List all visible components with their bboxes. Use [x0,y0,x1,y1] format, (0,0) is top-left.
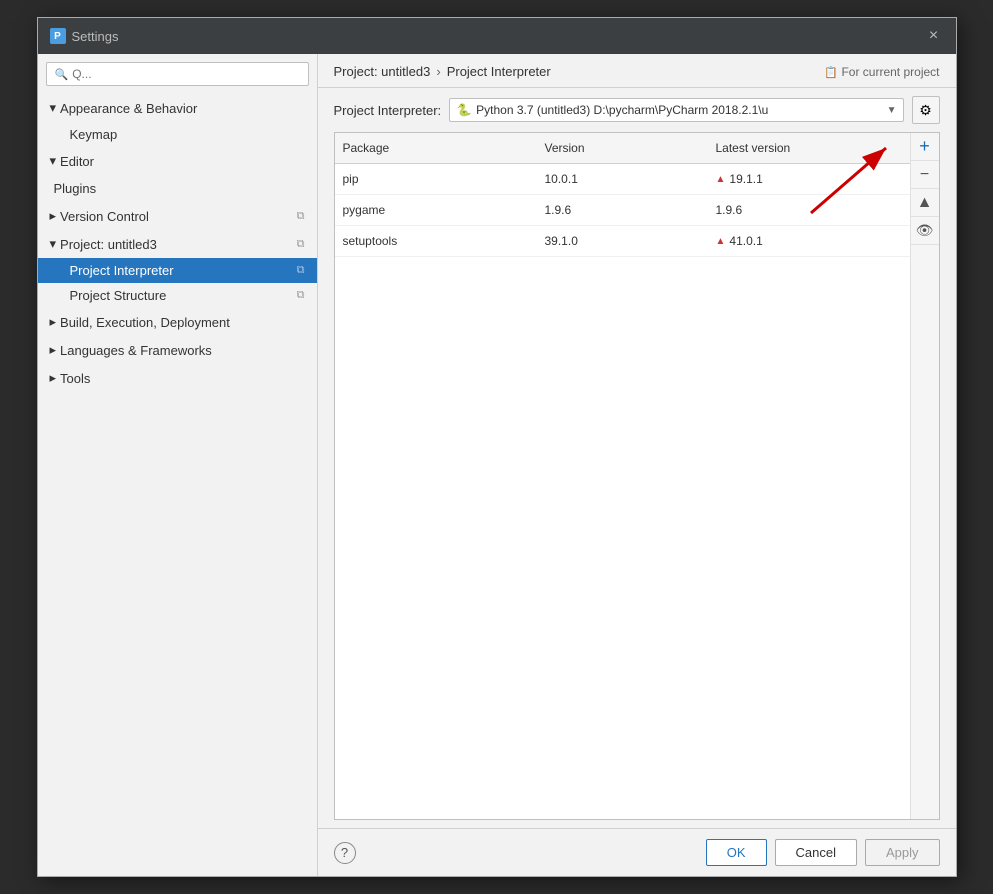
col-latest[interactable]: Latest version [708,137,910,159]
interpreter-selector[interactable]: 🐍 Python 3.7 (untitled3) D:\pycharm\PyCh… [449,98,903,122]
close-button[interactable]: × [924,26,944,46]
table-row[interactable]: pygame 1.9.6 1.9.6 [335,195,910,226]
package-name: pygame [335,199,537,221]
interpreter-row: Project Interpreter: 🐍 Python 3.7 (untit… [318,88,956,132]
sidebar-item-version-control[interactable]: ▸ Version Control ⧉ [38,202,317,230]
title-left: P Settings [50,28,119,44]
expand-arrow-icon: ▸ [50,314,57,330]
package-version: 39.1.0 [537,230,708,252]
package-latest: 1.9.6 [708,199,910,221]
main-content: Project: untitled3 › Project Interpreter… [318,54,956,876]
sidebar-item-appearance-behavior[interactable]: ▾ Appearance & Behavior [38,94,317,122]
interpreter-value: Python 3.7 (untitled3) D:\pycharm\PyChar… [476,103,882,117]
sidebar-item-keymap[interactable]: Keymap [38,122,317,147]
sidebar-item-tools[interactable]: ▸ Tools [38,364,317,392]
copy-icon: ⧉ [297,289,305,302]
package-latest: ▲ 41.0.1 [708,230,910,252]
title-bar: P Settings × [38,18,956,54]
copy-icon: ⧉ [297,264,305,277]
package-name: pip [335,168,537,190]
expand-arrow-icon: ▸ [50,208,57,224]
table-header: Package Version Latest version [335,133,910,164]
dialog-footer: ? OK Cancel Apply [318,828,956,876]
sidebar-item-editor[interactable]: ▾ Editor [38,147,317,175]
sidebar-item-project-structure[interactable]: Project Structure ⧉ [38,283,317,308]
apply-button[interactable]: Apply [865,839,940,866]
search-icon: 🔍 [55,68,69,81]
search-box[interactable]: 🔍 [46,62,309,86]
dropdown-arrow-icon: ▼ [887,105,897,116]
footer-buttons: OK Cancel Apply [706,839,940,866]
help-button[interactable]: ? [334,842,356,864]
breadcrumb-current: Project Interpreter [447,64,551,79]
package-latest: ▲ 19.1.1 [708,168,910,190]
packages-area: Package Version Latest version pip 10.0.… [334,132,940,820]
breadcrumb-project: Project: untitled3 [334,64,431,79]
settings-dialog: P Settings × 🔍 ▾ Appearance & Behavior [37,17,957,877]
dialog-body: 🔍 ▾ Appearance & Behavior Keymap ▾ Edito… [38,54,956,876]
packages-table: Package Version Latest version pip 10.0.… [335,133,910,819]
expand-arrow-icon: ▸ [50,342,57,358]
search-input[interactable] [72,67,299,81]
table-row[interactable]: pip 10.0.1 ▲ 19.1.1 [335,164,910,195]
copy-icon: ⧉ [297,210,305,223]
sidebar: 🔍 ▾ Appearance & Behavior Keymap ▾ Edito… [38,54,318,876]
table-row[interactable]: setuptools 39.1.0 ▲ 41.0.1 [335,226,910,257]
for-current-project-link[interactable]: 📋 For current project [824,65,939,79]
sidebar-item-plugins[interactable]: Plugins [38,175,317,202]
sidebar-item-build-execution[interactable]: ▸ Build, Execution, Deployment [38,308,317,336]
breadcrumb: Project: untitled3 › Project Interpreter… [318,54,956,88]
dialog-title: Settings [72,29,119,44]
expand-arrow-icon: ▾ [50,100,57,116]
show-early-releases-button[interactable]: 👁 [911,217,939,245]
app-icon: P [50,28,66,44]
expand-arrow-icon: ▾ [50,153,57,169]
package-version: 1.9.6 [537,199,708,221]
breadcrumb-separator: › [436,64,440,79]
ok-button[interactable]: OK [706,839,767,866]
copy-icon: ⧉ [297,238,305,251]
expand-arrow-icon: ▾ [50,236,57,252]
sidebar-item-languages-frameworks[interactable]: ▸ Languages & Frameworks [38,336,317,364]
remove-package-button[interactable]: − [911,161,939,189]
upgrade-arrow-icon: ▲ [716,236,726,247]
col-version[interactable]: Version [537,137,708,159]
action-buttons: + − ▲ 👁 [910,133,939,819]
scroll-up-button[interactable]: ▲ [911,189,939,217]
cancel-button[interactable]: Cancel [775,839,857,866]
sidebar-item-project-interpreter[interactable]: Project Interpreter ⧉ [38,258,317,283]
package-version: 10.0.1 [537,168,708,190]
sidebar-item-project-untitled3[interactable]: ▾ Project: untitled3 ⧉ [38,230,317,258]
col-package[interactable]: Package [335,137,537,159]
interpreter-label: Project Interpreter: [334,103,442,118]
package-name: setuptools [335,230,537,252]
add-package-button[interactable]: + [911,133,939,161]
upgrade-arrow-icon: ▲ [716,174,726,185]
expand-arrow-icon: ▸ [50,370,57,386]
gear-button[interactable]: ⚙ [912,96,940,124]
python-icon: 🐍 [456,102,472,118]
